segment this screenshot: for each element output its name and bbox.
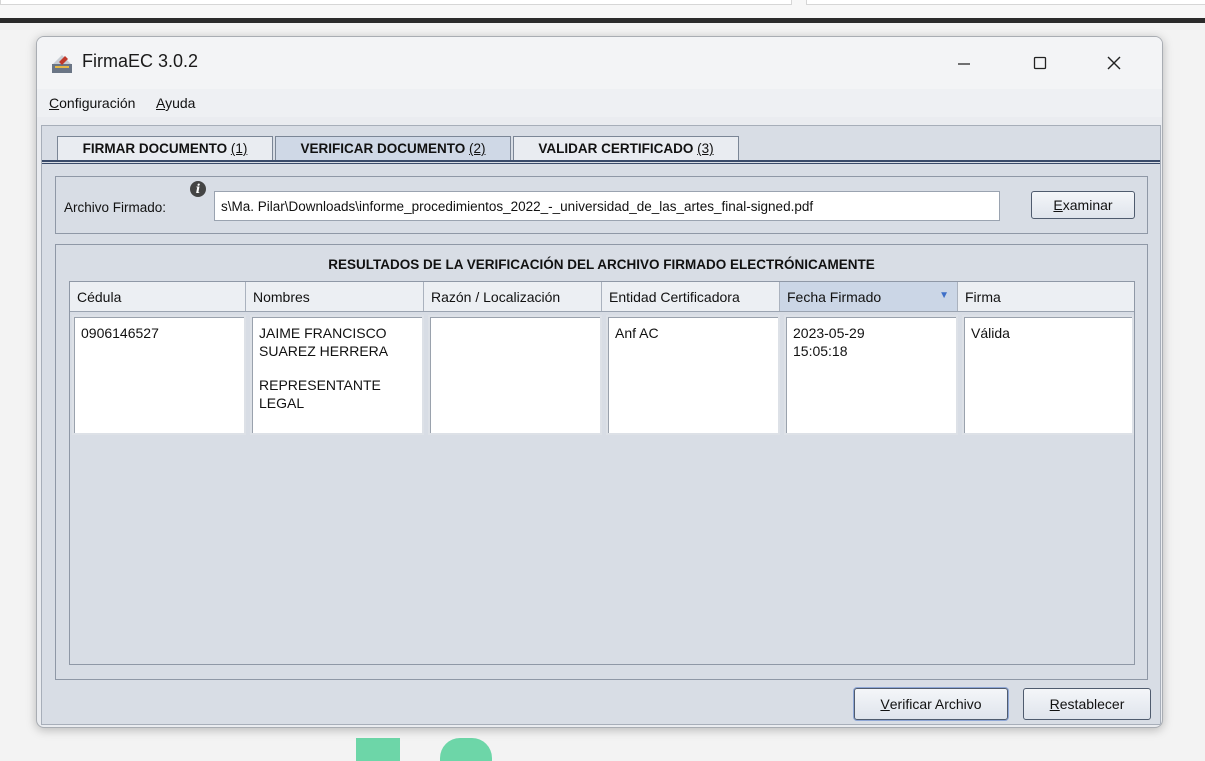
firmaec-app-icon (52, 55, 72, 73)
minimize-icon (958, 63, 970, 65)
tab-label: FIRMAR DOCUMENTO (82, 141, 228, 156)
examinar-button[interactable]: Examinar (1031, 191, 1135, 219)
cell-line: LEGAL (259, 395, 305, 411)
info-icon[interactable]: i (190, 181, 206, 197)
tab-strip: FIRMAR DOCUMENTO (1) VERIFICAR DOCUMENTO… (42, 126, 1160, 166)
background-field (0, 0, 792, 5)
sort-descending-icon: ▼ (939, 290, 949, 301)
signed-file-path-field[interactable]: s\Ma. Pilar\Downloads\informe_procedimie… (214, 191, 1000, 221)
tab-shortcut: (2) (469, 141, 486, 156)
background-graphic (356, 738, 400, 761)
cell-razon (428, 315, 602, 435)
menu-label: yuda (165, 95, 196, 111)
verification-results-group: RESULTADOS DE LA VERIFICACIÓN DEL ARCHIV… (55, 244, 1148, 680)
cell-line: SUAREZ HERRERA (259, 343, 389, 359)
tab-validar-certificado[interactable]: VALIDAR CERTIFICADO (3) (513, 136, 739, 160)
close-button[interactable] (1091, 45, 1137, 81)
title-bar: FirmaEC 3.0.2 (37, 37, 1162, 89)
mnemonic: C (49, 95, 60, 111)
column-header-label: Fecha Firmado (787, 289, 882, 305)
mnemonic: E (1053, 197, 1063, 213)
column-header-cedula[interactable]: Cédula (70, 282, 246, 311)
column-header-nombres[interactable]: Nombres (246, 282, 424, 311)
menu-bar: Configuración Ayuda (37, 89, 1162, 117)
background-desktop (0, 0, 1205, 23)
maximize-icon (1033, 56, 1047, 70)
table-header: Cédula Nombres Razón / Localización Enti… (70, 282, 1134, 312)
archivo-firmado-label: Archivo Firmado: (64, 200, 167, 215)
column-header-razon[interactable]: Razón / Localización (424, 282, 602, 311)
button-label: xaminar (1062, 197, 1113, 213)
signed-file-group: Archivo Firmado: i s\Ma. Pilar\Downloads… (55, 176, 1148, 234)
verificar-archivo-button[interactable]: Verificar Archivo (854, 688, 1008, 720)
cell-line: JAIME FRANCISCO (259, 325, 387, 341)
menu-label: onfiguración (59, 95, 136, 111)
results-table: Cédula Nombres Razón / Localización Enti… (69, 281, 1135, 665)
tab-firmar-documento[interactable]: FIRMAR DOCUMENTO (1) (57, 136, 273, 160)
background-graphic (440, 738, 492, 761)
cell-line: 2023-05-29 (793, 325, 865, 341)
background-bar (0, 18, 1205, 23)
tab-panel: FIRMAR DOCUMENTO (1) VERIFICAR DOCUMENTO… (41, 125, 1161, 725)
tab-label: VERIFICAR DOCUMENTO (300, 141, 466, 156)
cell-firma: Válida (962, 315, 1134, 435)
button-label: establecer (1059, 696, 1125, 712)
tab-divider (42, 163, 1160, 164)
minimize-button[interactable] (941, 45, 987, 81)
mnemonic: R (1049, 696, 1060, 712)
firmaec-window: FirmaEC 3.0.2 Configuración Ayuda FIRMAR… (36, 36, 1163, 728)
window-title: FirmaEC 3.0.2 (82, 51, 199, 71)
cell-nombres: JAIME FRANCISCO SUAREZ HERRERA REPRESENT… (250, 315, 424, 435)
restablecer-button[interactable]: Restablecer (1023, 688, 1151, 720)
menu-configuracion[interactable]: Configuración (49, 95, 135, 111)
results-title: RESULTADOS DE LA VERIFICACIÓN DEL ARCHIV… (328, 257, 875, 272)
background-field (806, 0, 1205, 5)
button-label: erificar Archivo (889, 696, 982, 712)
tab-shortcut: (3) (697, 141, 714, 156)
column-header-entidad[interactable]: Entidad Certificadora (602, 282, 780, 311)
mnemonic: V (880, 696, 890, 712)
menu-ayuda[interactable]: Ayuda (156, 95, 195, 111)
cell-fecha-firmado: 2023-05-29 15:05:18 (784, 315, 958, 435)
table-row[interactable]: 0906146527 JAIME FRANCISCO SUAREZ HERRER… (70, 313, 1134, 439)
close-icon (1107, 56, 1121, 70)
cell-entidad: Anf AC (606, 315, 780, 435)
cell-line: REPRESENTANTE (259, 377, 381, 393)
tab-shortcut: (1) (230, 141, 248, 156)
column-header-firma[interactable]: Firma (958, 282, 1134, 311)
tab-verificar-documento[interactable]: VERIFICAR DOCUMENTO (2) (275, 136, 511, 160)
maximize-button[interactable] (1017, 45, 1063, 81)
cell-cedula: 0906146527 (72, 315, 246, 435)
column-header-fecha-firmado[interactable]: Fecha Firmado ▼ (780, 282, 958, 311)
tab-divider (42, 160, 1160, 162)
cell-line: 15:05:18 (793, 343, 848, 359)
tab-label: VALIDAR CERTIFICADO (538, 141, 694, 156)
mnemonic: A (156, 95, 166, 111)
